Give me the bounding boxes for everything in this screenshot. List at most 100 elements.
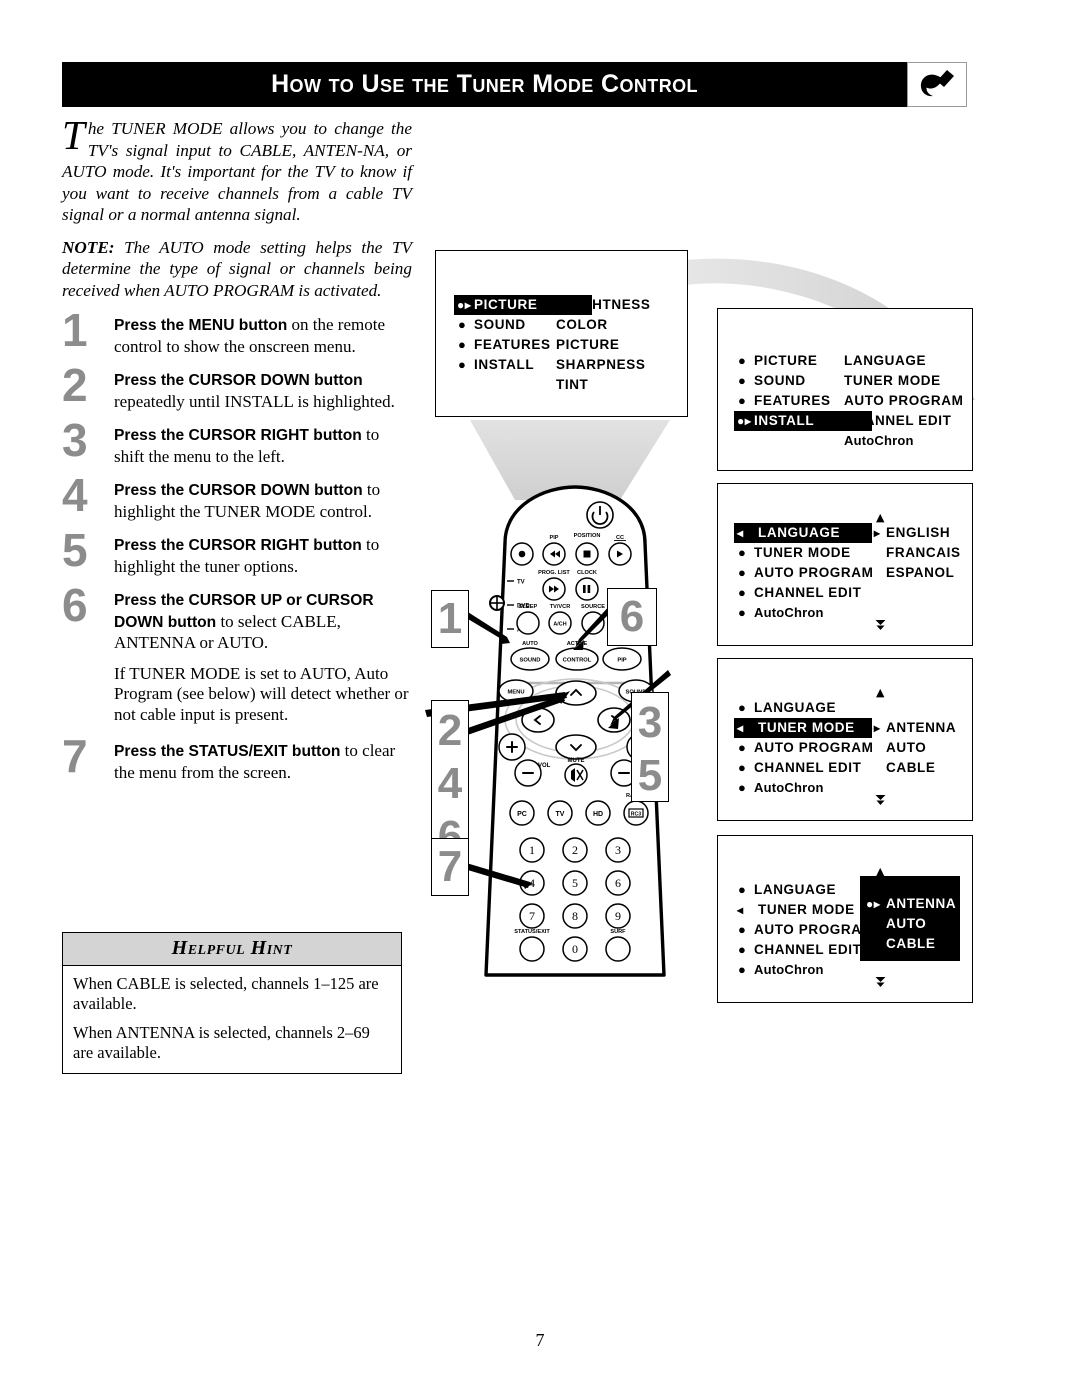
step-6-extra: If TUNER MODE is set to AUTO, Auto Progr… [114,663,409,724]
submenu-language[interactable]: LANGUAGE [844,351,963,371]
step-bold: Press the CURSOR DOWN button [114,372,363,389]
callout-number: 4 [437,759,463,808]
step-text: Press the CURSOR DOWN button to highligh… [114,480,412,522]
scroll-down-icon[interactable] [875,794,886,808]
submenu-color[interactable]: COLOR [556,315,651,335]
step-number: 2 [62,359,88,411]
option-espanol[interactable]: ESPANOL [866,563,961,583]
option-francais[interactable]: FRANCAIS [866,543,961,563]
menu-item-label: INSTALL [474,357,535,372]
menu-item-label: TUNER MODE [754,545,851,560]
menu-item-label: LANGUAGE [758,525,841,540]
step-number: 6 [62,579,88,631]
cursor-right-icon: ●▸ [737,414,752,428]
step-text: Press the STATUS/EXIT button to clear th… [114,741,412,783]
submenu-picture[interactable]: PICTURE [556,335,651,355]
menu-item-label: AutoChron [754,962,824,977]
menu-item-auto-program[interactable]: ● AUTO PROGRAM [734,920,873,940]
menu-item-autochron[interactable]: ● AutoChron [734,603,873,623]
intro-note: NOTE: The AUTO mode setting helps the TV… [62,237,412,302]
tv-screen-picture-menu: ●▸ PICTURE ● SOUND ● FEATURES ● INSTALL … [435,250,688,417]
menu-item-autochron[interactable]: ● AutoChron [734,960,873,980]
bullet-icon: ● [738,373,747,388]
step-number: 4 [62,469,88,521]
step-2: 2 Press the CURSOR DOWN button repeatedl… [62,362,412,412]
option-english[interactable]: ●▸ ENGLISH [866,523,961,543]
step-number: 5 [62,524,88,576]
menu-item-language[interactable]: ● LANGUAGE [734,698,873,718]
step-rest: repeatedly until INSTALL is highlighted. [114,391,395,411]
menu-item-label: AUTO PROGRAM [754,922,874,937]
cursor-right-icon: ●▸ [866,526,881,540]
submenu-brightness[interactable]: BRIGHTNESS [556,295,651,315]
option-label: ESPANOL [886,565,955,580]
menu-item-autochron[interactable]: ● AutoChron [734,778,873,798]
submenu-tuner-mode[interactable]: TUNER MODE [844,371,963,391]
callout-number: 5 [637,751,663,800]
svg-text:TV: TV [517,580,525,586]
option-auto[interactable]: AUTO [866,914,956,934]
scroll-up-icon[interactable]: ▲ [876,687,884,698]
svg-text:RC3: RC3 [631,812,641,818]
menu-item-channel-edit[interactable]: ● CHANNEL EDIT [734,758,873,778]
submenu-tint[interactable]: TINT [556,375,651,395]
svg-text:SOURCE: SOURCE [581,604,605,610]
menu-item-label: PICTURE [754,353,818,368]
helpful-hint-box: Helpful Hint When CABLE is selected, cha… [62,932,402,1074]
svg-text:SOUND: SOUND [520,658,541,664]
steps-list: 1 Press the MENU button on the remote co… [62,307,412,783]
submenu-channel-edit[interactable]: CHANNEL EDIT [844,411,963,431]
option-label: ANTENNA [886,720,957,735]
menu-item-channel-edit[interactable]: ● CHANNEL EDIT [734,940,873,960]
svg-text:6: 6 [615,876,621,890]
scroll-down-icon[interactable] [875,619,886,633]
option-antenna[interactable]: ●▸ ANTENNA [866,894,956,914]
callout-number: 2 [437,706,463,755]
option-label: CABLE [886,760,936,775]
step-7: 7 Press the STATUS/EXIT button to clear … [62,733,412,783]
option-label: ENGLISH [886,525,951,540]
submenu-auto-program[interactable]: AUTO PROGRAM [844,391,963,411]
menu-left-column: ● LANGUAGE ◂ TUNER MODE ● AUTO PROGRAM ●… [734,880,873,980]
menu-item-label: CHANNEL EDIT [754,942,862,957]
bullet-icon: ● [738,393,747,408]
step-number: 1 [62,304,88,356]
submenu-sharpness[interactable]: SHARPNESS [556,355,651,375]
menu-item-auto-program[interactable]: ● AUTO PROGRAM [734,563,873,583]
svg-text:VOL: VOL [538,763,551,769]
option-label: AUTO [886,740,927,755]
scroll-down-icon[interactable] [875,976,886,990]
svg-text:3: 3 [615,843,621,857]
step-text: Press the CURSOR DOWN button repeatedly … [114,370,412,412]
option-cable[interactable]: CABLE [866,934,956,954]
step-number: 7 [62,730,88,782]
callout-6: 6 [607,588,657,646]
submenu-autochron[interactable]: AutoChron [844,431,963,451]
bullet-icon: ● [458,337,467,352]
menu-item-tuner-mode[interactable]: ◂ TUNER MODE [734,718,872,738]
menu-item-auto-program[interactable]: ● AUTO PROGRAM [734,738,873,758]
option-antenna[interactable]: ●▸ ANTENNA [866,718,956,738]
menu-item-label: FEATURES [754,393,831,408]
menu-item-tuner-mode[interactable]: ● TUNER MODE [734,543,873,563]
svg-text:2: 2 [572,843,578,857]
remote-control-illustration: TV DVD ACC PIP POSITION CC PROG. LI [484,485,666,977]
svg-text:PC: PC [517,811,527,818]
step-bold: Press the MENU button [114,317,288,334]
option-cable[interactable]: CABLE [866,758,956,778]
drop-cap: T [62,112,85,158]
menu-item-channel-edit[interactable]: ● CHANNEL EDIT [734,583,873,603]
menu-right-column: ●▸ ANTENNA AUTO CABLE [866,894,956,954]
bullet-icon: ● [458,357,467,372]
menu-item-label: SOUND [754,373,806,388]
menu-item-tuner-mode[interactable]: ◂ TUNER MODE [734,900,873,920]
menu-item-label: INSTALL [754,413,815,428]
note-label: NOTE: [62,237,115,257]
scroll-up-icon[interactable]: ▲ [876,512,884,523]
option-auto[interactable]: AUTO [866,738,956,758]
callout-number: 7 [437,842,463,891]
menu-item-language[interactable]: ● LANGUAGE [734,880,873,900]
tv-screen-language-menu: ◂ LANGUAGE ● TUNER MODE ● AUTO PROGRAM ●… [717,483,973,646]
tv-screen-tuner-mode-menu: ● LANGUAGE ◂ TUNER MODE ● AUTO PROGRAM ●… [717,658,973,821]
menu-item-language[interactable]: ◂ LANGUAGE [734,523,872,543]
